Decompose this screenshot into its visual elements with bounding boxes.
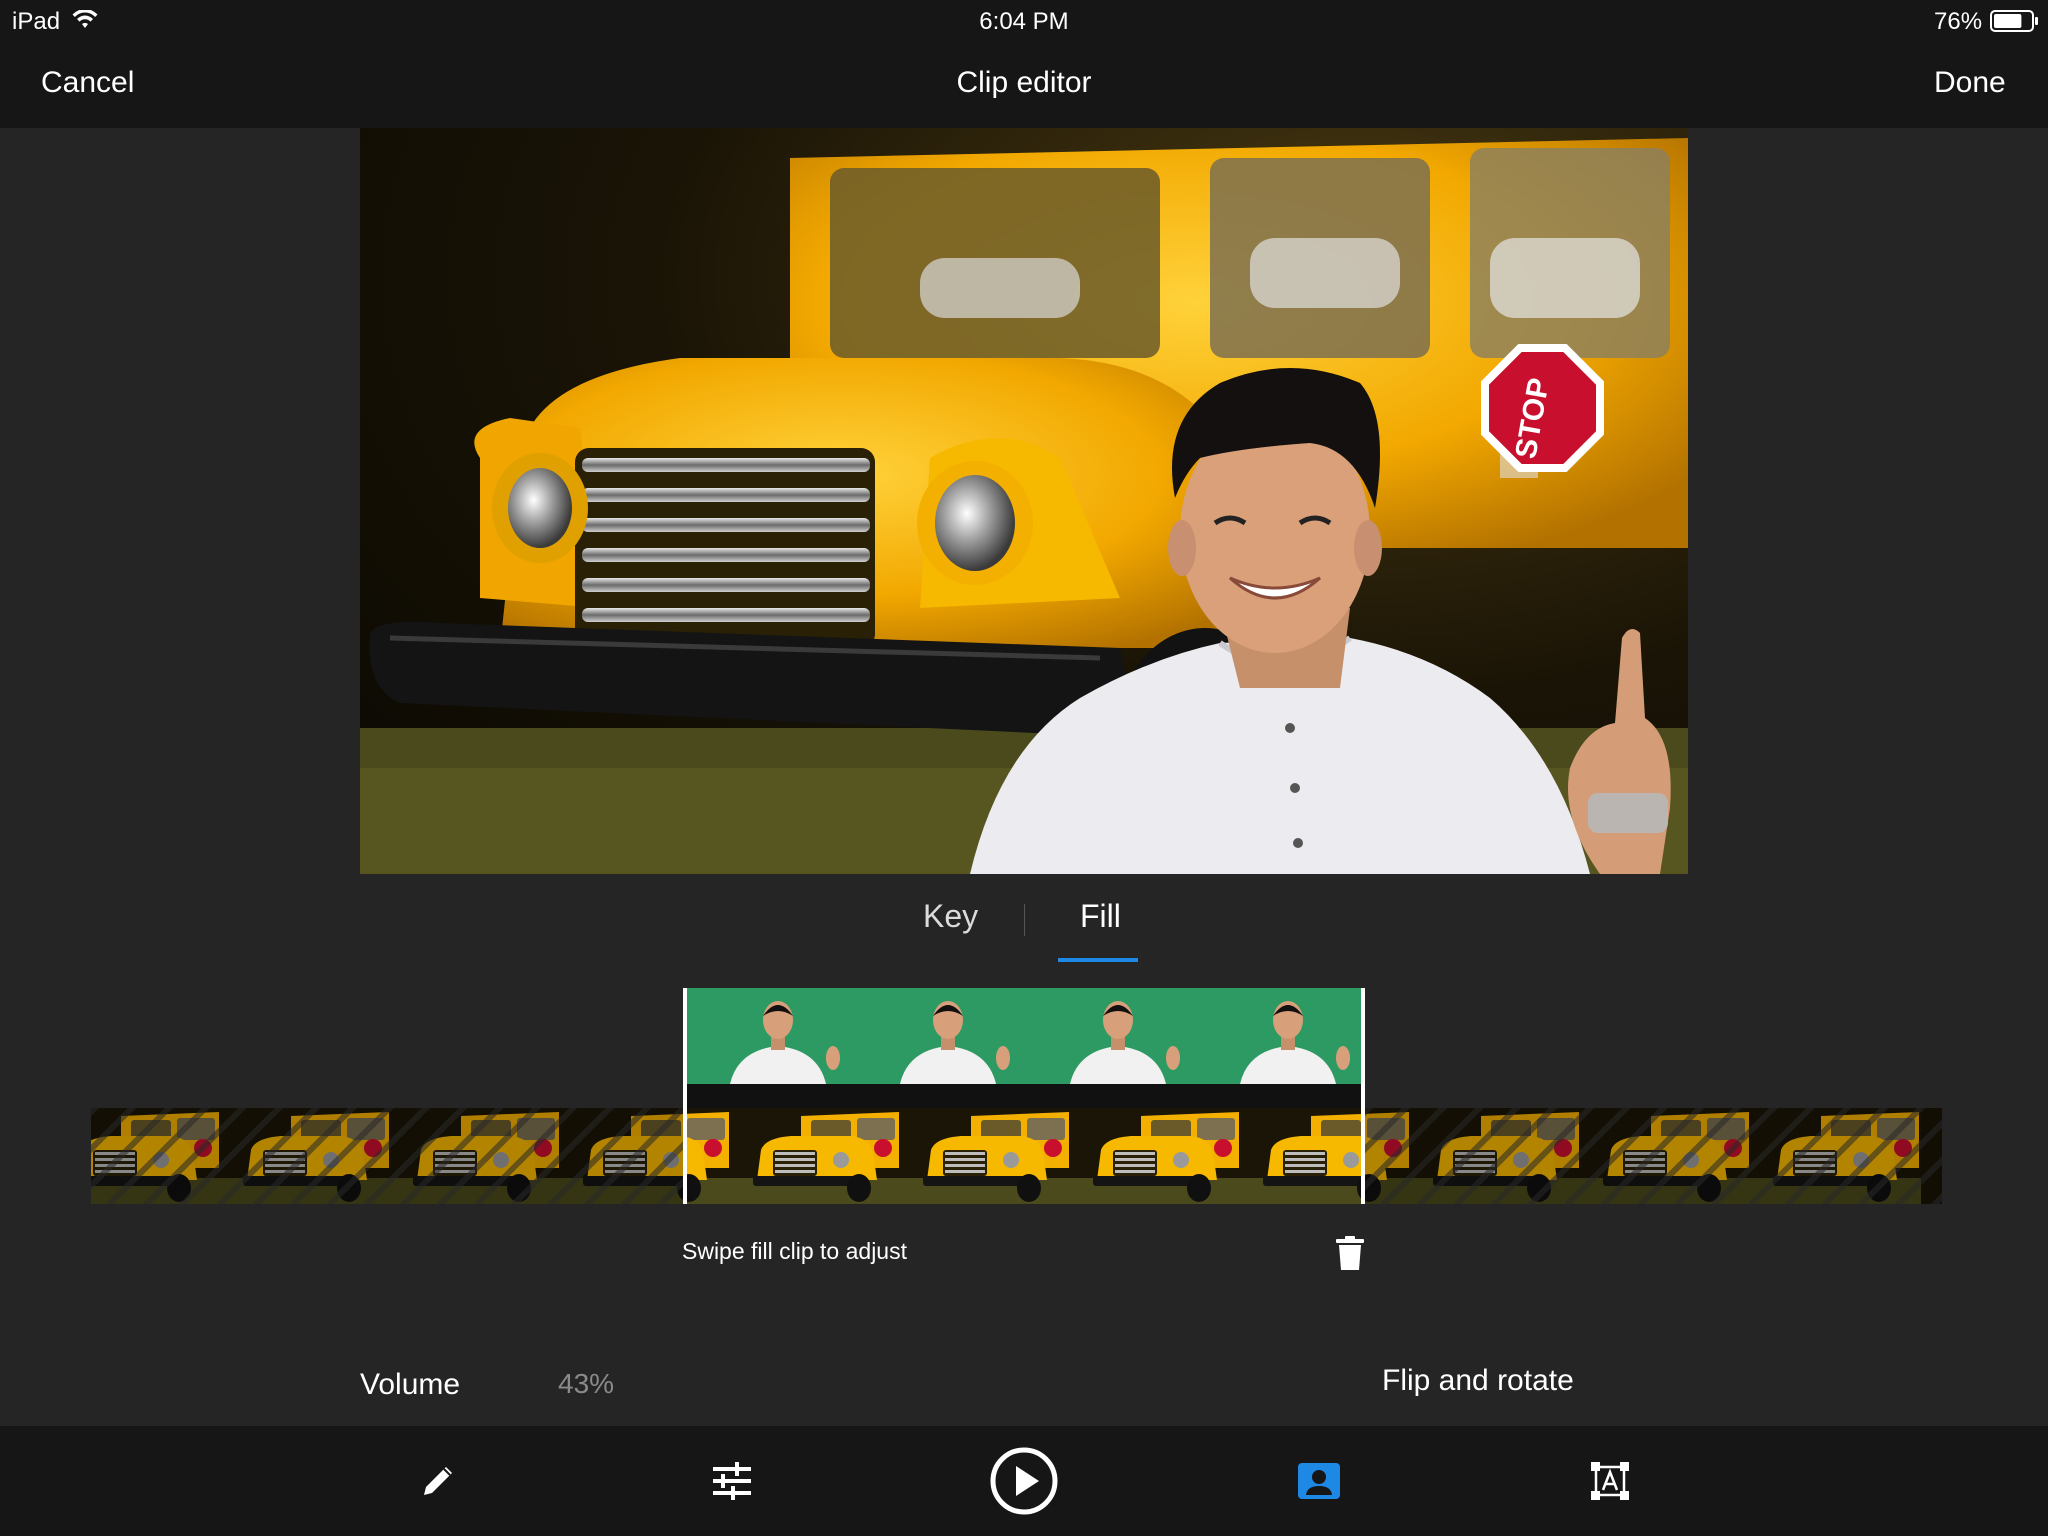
active-tab-indicator — [1058, 958, 1138, 962]
play-icon — [990, 1447, 1058, 1515]
fill-clip-footer — [683, 1084, 1365, 1108]
fill-thumbnail — [730, 1001, 840, 1084]
play-button[interactable] — [988, 1441, 1060, 1521]
flip-rotate-button[interactable]: Flip and rotate — [1382, 1364, 1574, 1398]
person-card-icon — [1298, 1463, 1340, 1499]
key-thumbnail — [1071, 1108, 1241, 1204]
volume-label: Volume — [360, 1368, 461, 1401]
fill-clip-thumbnails — [730, 1001, 1350, 1084]
fill-thumbnail — [900, 1001, 1010, 1084]
key-clip-hatch-left — [91, 1108, 683, 1204]
adjust-tool-button[interactable] — [697, 1446, 767, 1516]
text-frame-icon — [1591, 1462, 1629, 1500]
keying-tool-button[interactable] — [1284, 1446, 1354, 1516]
tab-fill[interactable]: Fill — [1080, 898, 1121, 935]
volume-value[interactable]: 43% — [558, 1368, 614, 1400]
fill-thumbnail — [1240, 1001, 1350, 1084]
fill-clip-track[interactable] — [683, 988, 1365, 1084]
key-clip-track[interactable] — [91, 1108, 1942, 1204]
tab-key[interactable]: Key — [923, 898, 978, 935]
pencil-icon — [424, 1467, 452, 1495]
fill-clip-left-handle[interactable] — [683, 988, 687, 1204]
key-thumbnail — [901, 1108, 1071, 1204]
sliders-icon — [713, 1462, 751, 1500]
key-thumbnail — [731, 1108, 901, 1204]
battery-percent: 76% — [1934, 8, 1983, 35]
tab-divider — [1024, 904, 1025, 936]
fill-clip-right-handle[interactable] — [1361, 988, 1365, 1204]
edit-tool-button[interactable] — [403, 1446, 473, 1516]
page-title: Clip editor — [956, 66, 1092, 99]
video-preview[interactable]: STOP — [360, 128, 1688, 874]
trash-icon[interactable] — [1336, 1236, 1364, 1270]
text-tool-button[interactable] — [1575, 1446, 1645, 1516]
key-clip-hatch-right — [1365, 1108, 1942, 1204]
done-button[interactable]: Done — [1934, 66, 2006, 100]
swipe-hint: Swipe fill clip to adjust — [682, 1238, 907, 1264]
fill-thumbnail — [1070, 1001, 1180, 1084]
battery-icon — [1990, 10, 2038, 32]
status-time: 6:04 PM — [979, 8, 1069, 35]
preview-image: STOP — [360, 138, 1688, 874]
